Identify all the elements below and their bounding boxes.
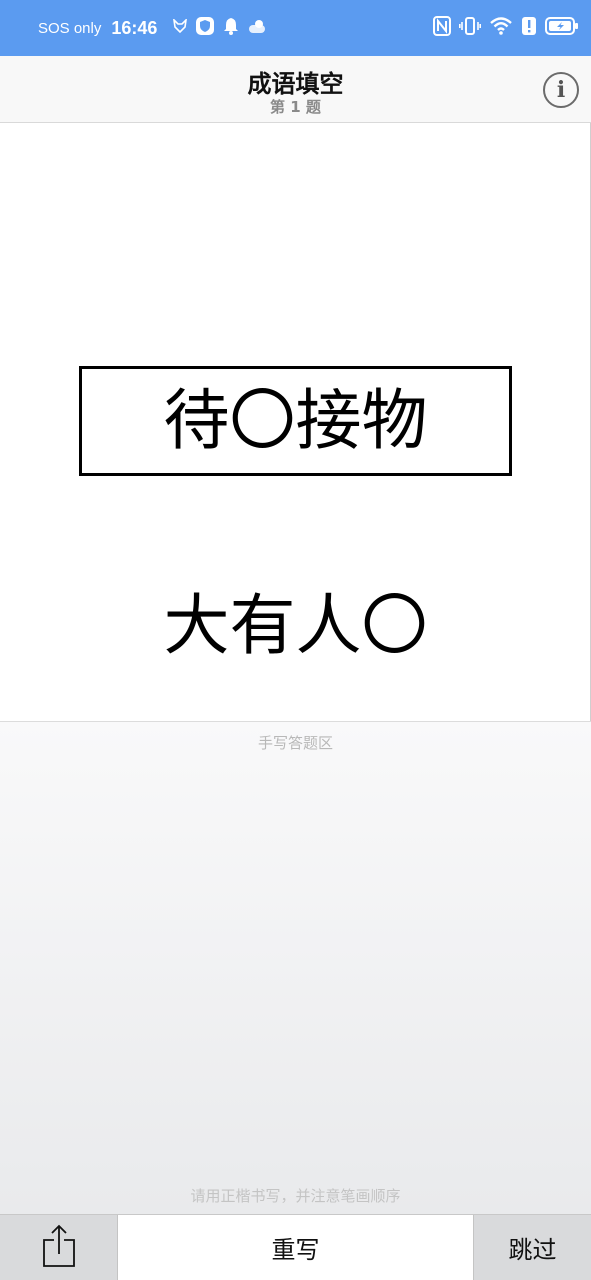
- status-icons-left: [173, 16, 267, 41]
- idiom-text: 大有人〇: [163, 587, 428, 664]
- rewrite-button[interactable]: 重写: [118, 1215, 473, 1280]
- vibrate-icon: [459, 16, 481, 41]
- status-bar: SOS only 16:46: [0, 0, 591, 56]
- handwriting-canvas[interactable]: 手写答题区 请用正楷书写，并注意笔画顺序: [0, 721, 591, 1214]
- nav-bar: 成语填空 第 1 题 i: [0, 56, 591, 123]
- handwriting-label: 手写答题区: [257, 734, 333, 752]
- bottom-toolbar: 重写 跳过: [0, 1214, 591, 1280]
- share-button[interactable]: [0, 1215, 118, 1280]
- status-left: SOS only 16:46: [38, 16, 267, 41]
- idiom-next: 大有人〇: [79, 581, 512, 671]
- info-button[interactable]: i: [543, 72, 579, 108]
- idiom-text: 待〇接物: [163, 382, 428, 459]
- share-icon: [42, 1224, 76, 1272]
- shield-icon: [195, 16, 215, 41]
- bell-icon: [223, 17, 239, 40]
- status-right: [433, 15, 579, 41]
- question-area: 待〇接物 大有人〇: [0, 123, 591, 721]
- wifi-icon: [489, 16, 513, 41]
- network-status: SOS only: [38, 19, 102, 37]
- weather-icon: [247, 18, 267, 39]
- handwriting-hint: 请用正楷书写，并注意笔画顺序: [190, 1187, 401, 1205]
- page-title: 成语填空: [247, 70, 344, 98]
- question-number: 第 1 题: [270, 98, 321, 116]
- fox-icon: [173, 17, 188, 38]
- battery-icon: [545, 16, 579, 41]
- clock: 16:46: [111, 17, 158, 38]
- idiom-current: 待〇接物: [79, 366, 512, 476]
- nfc-icon: [433, 15, 451, 41]
- alert-icon: [521, 16, 537, 41]
- skip-button[interactable]: 跳过: [473, 1215, 591, 1280]
- info-icon: i: [556, 77, 566, 103]
